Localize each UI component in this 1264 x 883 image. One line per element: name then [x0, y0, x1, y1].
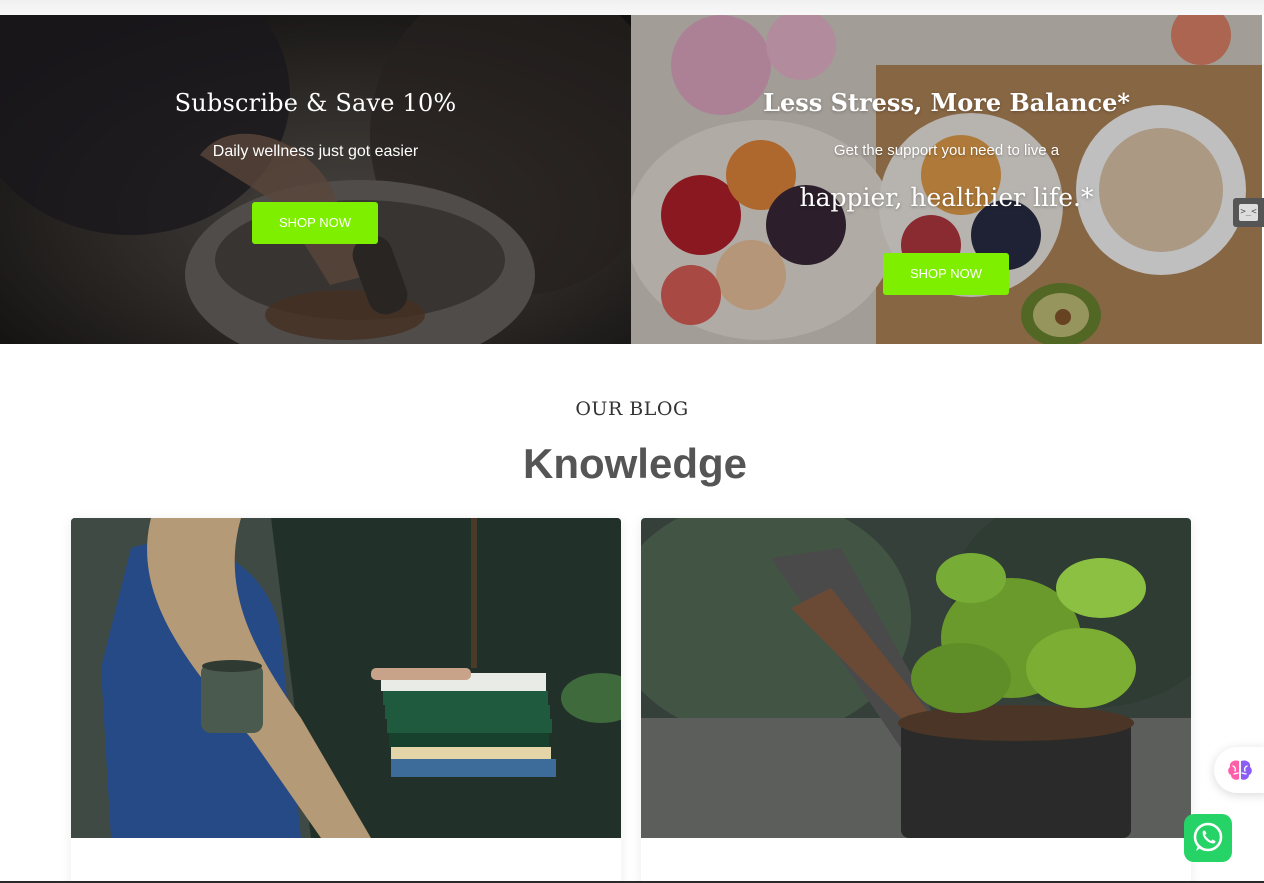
code-icon: >_< — [1239, 204, 1258, 221]
potted-plant-photo[interactable] — [641, 518, 1191, 838]
page: Subscribe & Save 10% Daily wellness just… — [0, 0, 1264, 883]
brain-icon — [1228, 760, 1252, 780]
banner-subtitle: Daily wellness just got easier — [212, 143, 419, 160]
blog-card[interactable] — [641, 518, 1191, 883]
banner-subtitle-emphasis: happier, healthier life.* — [799, 183, 1094, 212]
banner-title: Less Stress, More Balance* — [763, 88, 1130, 117]
herbal-books-photo[interactable] — [71, 518, 621, 838]
shop-now-button[interactable]: SHOP NOW — [883, 253, 1009, 295]
shop-now-button[interactable]: SHOP NOW — [252, 202, 378, 244]
subscribe-banner: Subscribe & Save 10% Daily wellness just… — [0, 15, 631, 344]
blog-card[interactable] — [71, 518, 621, 883]
blog-title: Knowledge — [522, 440, 747, 487]
code-side-tab[interactable]: >_< — [1233, 198, 1264, 227]
ai-assistant-button[interactable] — [1214, 747, 1264, 793]
banner-subtitle: Get the support you need to live a — [833, 142, 1060, 159]
blog-eyebrow: OUR BLOG — [575, 398, 689, 420]
banner-title: Subscribe & Save 10% — [174, 89, 457, 117]
balance-banner: Less Stress, More Balance* Get the suppo… — [631, 15, 1262, 344]
whatsapp-icon — [1193, 822, 1223, 852]
whatsapp-button[interactable] — [1184, 814, 1232, 862]
top-strip — [0, 0, 1264, 15]
